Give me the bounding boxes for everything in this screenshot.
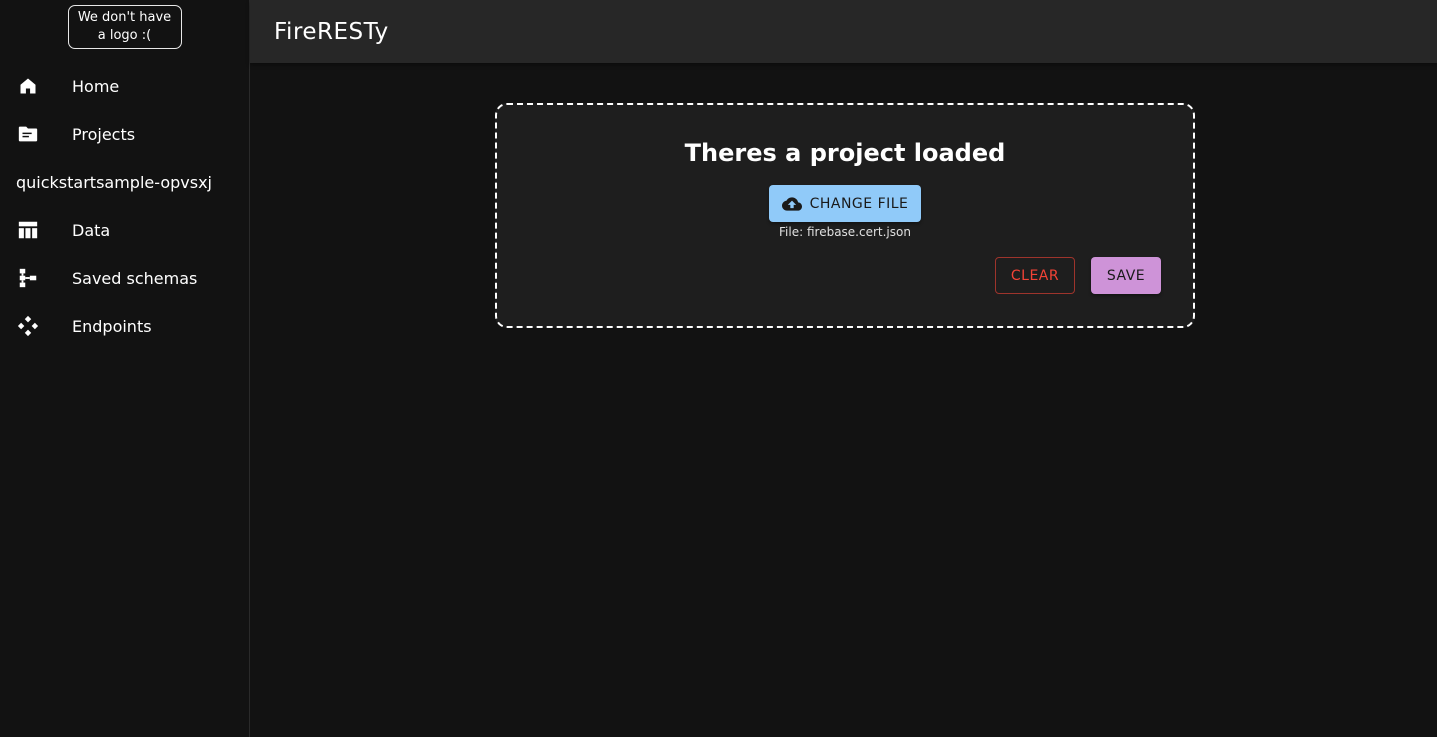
change-file-label: CHANGE FILE bbox=[809, 195, 909, 212]
sidebar-item-home[interactable]: Home bbox=[0, 62, 249, 110]
cloud-upload-icon bbox=[781, 194, 802, 214]
logo-container: We don't have a logo :( bbox=[0, 0, 249, 62]
sidebar-item-saved-schemas[interactable]: Saved schemas bbox=[0, 254, 249, 302]
logo: We don't have a logo :( bbox=[67, 5, 182, 49]
endpoints-icon bbox=[16, 314, 40, 338]
sidebar-item-endpoints[interactable]: Endpoints bbox=[0, 302, 249, 350]
sidebar-item-data[interactable]: Data bbox=[0, 206, 249, 254]
home-icon bbox=[16, 74, 40, 98]
project-name: quickstartsample-opvsxj bbox=[16, 172, 212, 192]
card-title: Theres a project loaded bbox=[684, 139, 1006, 167]
sidebar-item-label: Projects bbox=[72, 124, 136, 144]
save-button[interactable]: SAVE bbox=[1091, 257, 1161, 294]
logo-line-1: We don't have bbox=[77, 10, 172, 25]
logo-line-2: a logo :( bbox=[97, 28, 152, 43]
clear-button[interactable]: CLEAR bbox=[995, 257, 1075, 294]
file-name-text: File: firebase.cert.json bbox=[779, 225, 911, 239]
sidebar-item-label: Endpoints bbox=[72, 316, 152, 336]
sidebar-item-label: Home bbox=[72, 76, 120, 96]
folder-icon bbox=[16, 122, 40, 146]
schema-icon bbox=[16, 266, 40, 290]
sidebar-item-projects[interactable]: Projects bbox=[0, 110, 249, 158]
change-file-button[interactable]: CHANGE FILE bbox=[769, 185, 921, 222]
project-dropzone: Theres a project loaded CHANGE FILE File… bbox=[495, 103, 1195, 328]
sidebar-item-label: Data bbox=[72, 220, 111, 240]
app-bar: FireRESTy bbox=[250, 0, 1437, 63]
sidebar-item-label: Saved schemas bbox=[72, 268, 198, 288]
sidebar: We don't have a logo :( Home Projects qu… bbox=[0, 0, 250, 737]
table-icon bbox=[16, 218, 40, 242]
app-title: FireRESTy bbox=[274, 18, 389, 45]
